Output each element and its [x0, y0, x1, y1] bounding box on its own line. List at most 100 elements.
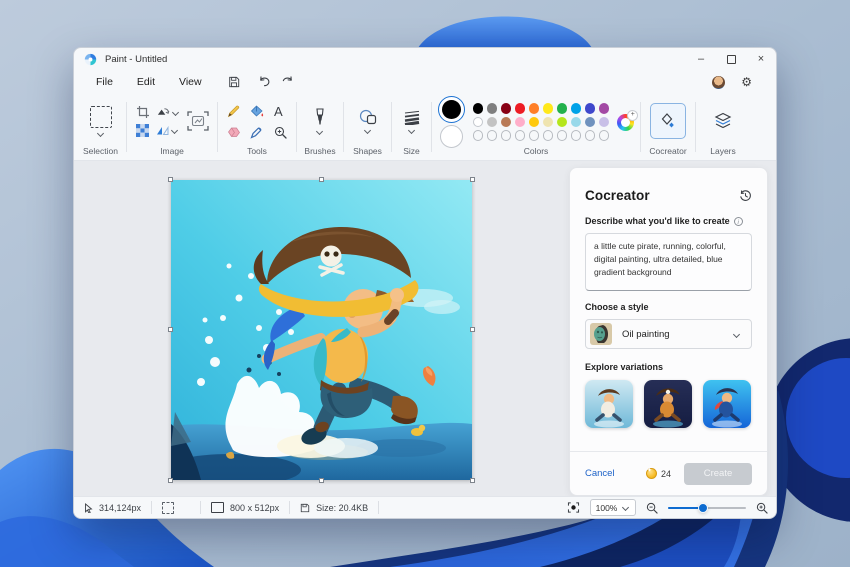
palette-swatch[interactable] — [571, 103, 582, 114]
chevron-down-icon — [172, 110, 180, 115]
text-tool[interactable]: A — [274, 104, 287, 119]
variation-3[interactable] — [703, 380, 751, 428]
settings-gear-icon[interactable]: ⚙ — [741, 76, 752, 88]
selection-handle[interactable] — [470, 177, 475, 182]
zoom-out-button[interactable] — [646, 502, 658, 514]
selection-handle[interactable] — [319, 478, 324, 483]
palette-swatch[interactable] — [543, 117, 554, 128]
palette-swatch[interactable] — [515, 103, 526, 114]
background-color-swatch[interactable] — [440, 125, 463, 148]
palette-swatch-empty[interactable] — [585, 130, 596, 141]
selection-handle[interactable] — [168, 177, 173, 182]
palette-swatch[interactable] — [585, 117, 596, 128]
palette-swatch-empty[interactable] — [501, 130, 512, 141]
palette-swatch[interactable] — [585, 103, 596, 114]
variation-1[interactable] — [585, 380, 633, 428]
brushes-button[interactable] — [314, 108, 326, 134]
chevron-down-icon — [171, 128, 179, 133]
zoom-slider[interactable] — [668, 502, 746, 514]
canvas[interactable] — [171, 180, 472, 480]
group-cocreator: Cocreator — [642, 94, 694, 160]
palette-swatch[interactable] — [473, 117, 484, 128]
palette-swatch[interactable] — [571, 117, 582, 128]
cocreator-panel-title: Cocreator — [585, 188, 650, 203]
size-button[interactable] — [403, 110, 421, 133]
style-dropdown[interactable]: Oil painting — [585, 319, 752, 349]
zoom-level-dropdown[interactable]: 100% — [590, 499, 636, 516]
save-button[interactable] — [228, 76, 240, 88]
menu-file[interactable]: File — [84, 73, 125, 91]
selection-tool[interactable] — [90, 106, 112, 136]
create-button[interactable]: Create — [684, 463, 752, 485]
palette-swatch-empty[interactable] — [515, 130, 526, 141]
account-avatar[interactable] — [712, 76, 725, 89]
group-image: Image — [128, 94, 216, 160]
transparent-selection-button[interactable] — [136, 124, 150, 137]
add-color-icon: + — [627, 110, 638, 121]
palette-swatch[interactable] — [501, 103, 512, 114]
layers-button[interactable] — [713, 112, 733, 130]
cocreator-button[interactable] — [650, 103, 686, 139]
edit-colors-button[interactable]: + — [617, 114, 634, 131]
menu-view[interactable]: View — [167, 73, 214, 91]
crop-button[interactable] — [136, 105, 150, 119]
magnifier-tool[interactable] — [274, 126, 287, 139]
palette-swatch-empty[interactable] — [543, 130, 554, 141]
palette-swatch[interactable] — [487, 117, 498, 128]
palette-swatch[interactable] — [515, 117, 526, 128]
fit-to-window-icon[interactable] — [567, 502, 580, 513]
close-button[interactable]: × — [746, 48, 776, 70]
selection-handle[interactable] — [319, 177, 324, 182]
foreground-color-swatch[interactable] — [438, 96, 465, 123]
flip-button[interactable] — [156, 125, 180, 136]
variations-label: Explore variations — [585, 362, 663, 372]
redo-button[interactable] — [281, 76, 294, 88]
zoom-in-button[interactable] — [756, 502, 768, 514]
eyedropper-tool[interactable] — [250, 126, 264, 139]
color-palette — [473, 103, 610, 141]
selection-handle[interactable] — [470, 478, 475, 483]
palette-swatch[interactable] — [501, 117, 512, 128]
credit-count: 24 — [661, 469, 671, 479]
group-colors: + Colors — [433, 94, 639, 160]
prompt-textbox[interactable]: a little cute pirate, running, colorful,… — [585, 233, 752, 291]
menu-edit[interactable]: Edit — [125, 73, 167, 91]
palette-swatch[interactable] — [599, 117, 610, 128]
palette-swatch-empty[interactable] — [557, 130, 568, 141]
palette-swatch-empty[interactable] — [487, 130, 498, 141]
undo-button[interactable] — [258, 76, 271, 88]
selection-handle[interactable] — [168, 478, 173, 483]
palette-swatch[interactable] — [529, 103, 540, 114]
palette-swatch[interactable] — [529, 117, 540, 128]
title-bar: Paint - Untitled – × — [74, 48, 776, 70]
palette-swatch-empty[interactable] — [473, 130, 484, 141]
maximize-button[interactable] — [716, 48, 746, 70]
zoom-slider-thumb[interactable] — [698, 503, 708, 513]
minimize-button[interactable]: – — [686, 48, 716, 70]
palette-swatch[interactable] — [487, 103, 498, 114]
selection-handle[interactable] — [168, 327, 173, 332]
cancel-link[interactable]: Cancel — [585, 468, 615, 479]
pencil-tool[interactable] — [227, 105, 240, 118]
palette-swatch[interactable] — [543, 103, 554, 114]
palette-swatch-empty[interactable] — [571, 130, 582, 141]
palette-swatch[interactable] — [557, 103, 568, 114]
rotate-button[interactable] — [156, 106, 180, 118]
fill-tool[interactable] — [250, 105, 264, 118]
palette-swatch[interactable] — [473, 103, 484, 114]
style-thumbnail — [590, 323, 612, 345]
resize-button[interactable] — [187, 111, 209, 131]
undo-icon — [258, 76, 271, 88]
cursor-icon — [84, 503, 93, 513]
cocreator-icon — [659, 112, 677, 130]
palette-swatch[interactable] — [599, 103, 610, 114]
info-icon[interactable]: i — [734, 217, 743, 226]
variation-2[interactable] — [644, 380, 692, 428]
shapes-button[interactable] — [359, 109, 377, 133]
palette-swatch-empty[interactable] — [529, 130, 540, 141]
history-button[interactable] — [739, 189, 752, 202]
selection-handle[interactable] — [470, 327, 475, 332]
palette-swatch[interactable] — [557, 117, 568, 128]
palette-swatch-empty[interactable] — [599, 130, 610, 141]
eraser-tool[interactable] — [227, 126, 240, 138]
